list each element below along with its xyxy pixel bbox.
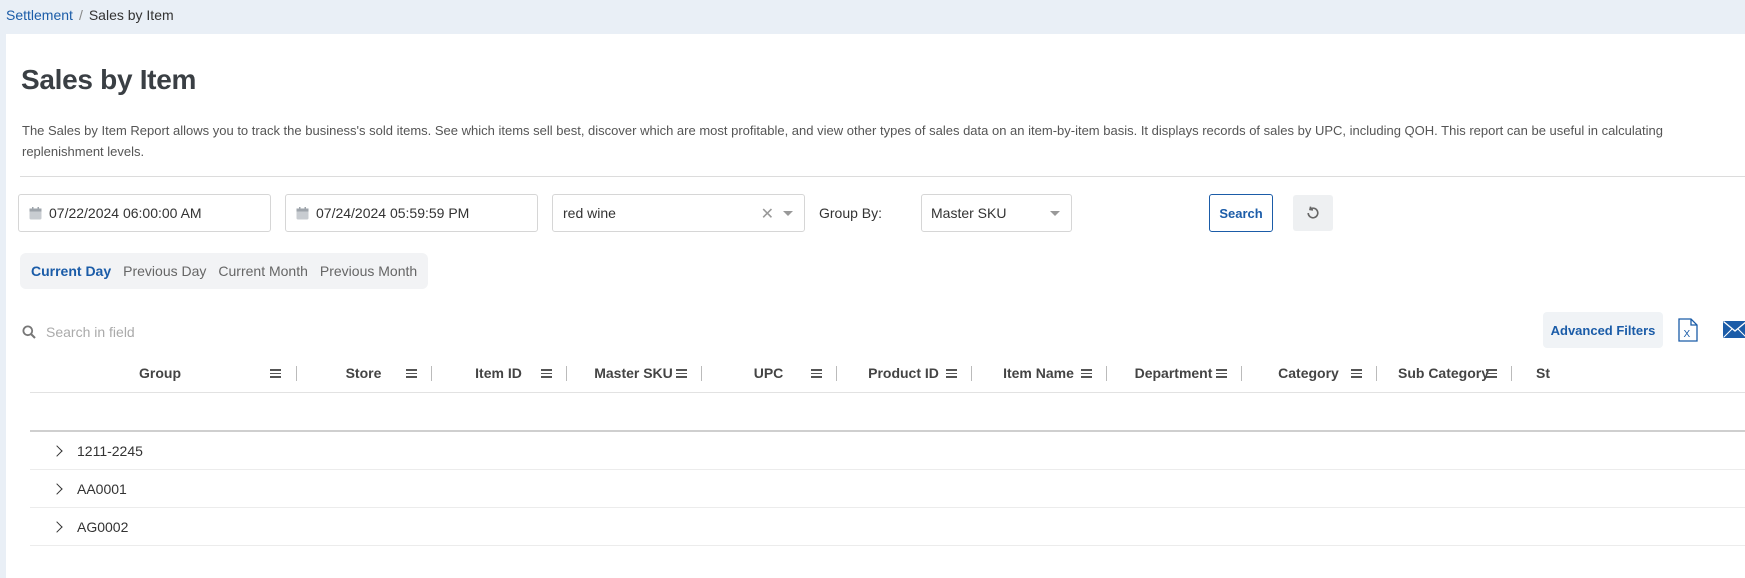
- advanced-filters-button[interactable]: Advanced Filters: [1543, 312, 1663, 348]
- column-menu-icon[interactable]: [1081, 369, 1092, 378]
- search-icon: [22, 325, 36, 339]
- item-filter-combobox[interactable]: red wine ✕: [552, 194, 805, 232]
- page-title: Sales by Item: [21, 64, 197, 95]
- calendar-icon: [29, 206, 42, 219]
- breadcrumb-current: Sales by Item: [88, 7, 174, 23]
- column-label: Category: [1278, 365, 1339, 381]
- reset-icon: [1307, 206, 1319, 219]
- excel-export-icon[interactable]: X: [1678, 318, 1698, 342]
- column-header-st[interactable]: St: [1536, 354, 1550, 392]
- column-label: Store: [345, 365, 382, 381]
- page-description: The Sales by Item Report allows you to t…: [22, 123, 1663, 159]
- column-divider[interactable]: [1511, 366, 1512, 381]
- column-menu-icon[interactable]: [946, 369, 957, 378]
- search-button[interactable]: Search: [1209, 194, 1273, 232]
- preset-current-month[interactable]: Current Month: [212, 263, 313, 279]
- item-filter-value: red wine: [563, 205, 616, 221]
- column-label: UPC: [753, 365, 784, 381]
- column-label: Department: [1134, 365, 1213, 381]
- column-menu-icon[interactable]: [676, 369, 687, 378]
- svg-text:X: X: [1684, 329, 1691, 340]
- column-label: St: [1536, 365, 1550, 381]
- column-label: Product ID: [868, 365, 939, 381]
- main-panel: Sales by Item The Sales by Item Report a…: [6, 34, 1745, 578]
- column-label: Master SKU: [594, 365, 673, 381]
- end-date-value: 07/24/2024 05:59:59 PM: [316, 205, 470, 221]
- preset-current-day[interactable]: Current Day: [25, 263, 117, 279]
- start-date-value: 07/22/2024 06:00:00 AM: [49, 205, 202, 221]
- group-by-value: Master SKU: [931, 205, 1007, 221]
- expand-chevron-icon[interactable]: [51, 444, 63, 457]
- breadcrumb-settlement-link[interactable]: Settlement: [6, 7, 73, 23]
- divider: [20, 176, 1745, 177]
- column-label: Sub Category: [1397, 365, 1489, 381]
- date-presets: Current Day Previous Day Current Month P…: [20, 253, 429, 289]
- email-icon[interactable]: [1723, 321, 1745, 338]
- expand-chevron-icon[interactable]: [51, 482, 63, 495]
- reset-button[interactable]: [1293, 195, 1333, 231]
- calendar-icon: [296, 206, 309, 219]
- table-row[interactable]: 1211-2245: [30, 432, 1745, 470]
- search-input-placeholder: Search in field: [46, 324, 135, 340]
- table-row[interactable]: AG0002: [30, 508, 1745, 546]
- preset-previous-day[interactable]: Previous Day: [117, 263, 212, 279]
- column-menu-icon[interactable]: [1351, 369, 1362, 378]
- column-menu-icon[interactable]: [406, 369, 417, 378]
- group-cell: AG0002: [77, 518, 129, 535]
- table-row[interactable]: AA0001: [30, 470, 1745, 508]
- table-header: Group Store Item ID Master SKU UPC Produ…: [30, 354, 1745, 392]
- column-label: Item Name: [1003, 365, 1074, 381]
- column-menu-icon[interactable]: [1216, 369, 1227, 378]
- column-menu-icon[interactable]: [541, 369, 552, 378]
- table-filter-row: [30, 392, 1745, 432]
- start-date-field[interactable]: 07/22/2024 06:00:00 AM: [18, 194, 271, 232]
- clear-icon[interactable]: ✕: [761, 204, 774, 224]
- group-cell: AA0001: [77, 480, 127, 497]
- breadcrumb: Settlement / Sales by Item: [6, 7, 174, 23]
- column-menu-icon[interactable]: [270, 369, 281, 378]
- field-search[interactable]: Search in field: [22, 324, 135, 340]
- column-header-group[interactable]: Group: [30, 354, 290, 392]
- expand-chevron-icon[interactable]: [51, 520, 63, 533]
- end-date-field[interactable]: 07/24/2024 05:59:59 PM: [285, 194, 538, 232]
- group-by-select[interactable]: Master SKU: [921, 194, 1072, 232]
- group-by-label: Group By:: [819, 205, 883, 221]
- preset-previous-month[interactable]: Previous Month: [314, 263, 423, 279]
- column-label: Item ID: [475, 365, 522, 381]
- caret-down-icon: [1050, 211, 1060, 216]
- column-menu-icon[interactable]: [811, 369, 822, 378]
- group-cell: 1211-2245: [77, 442, 143, 459]
- column-menu-icon[interactable]: [1486, 369, 1497, 378]
- column-label: Group: [139, 365, 181, 381]
- caret-down-icon[interactable]: [783, 211, 793, 216]
- breadcrumb-separator: /: [78, 7, 83, 23]
